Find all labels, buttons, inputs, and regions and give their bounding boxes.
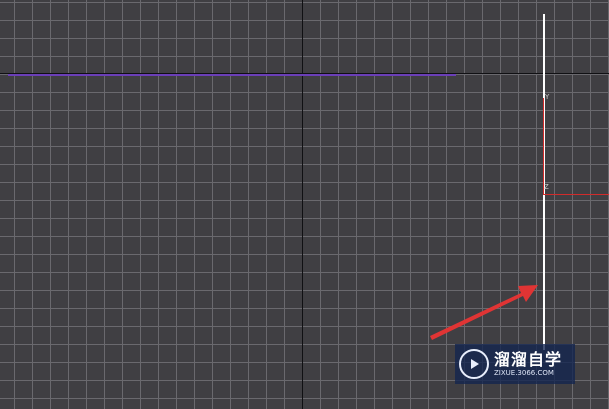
play-logo-icon bbox=[459, 349, 489, 379]
watermark-title: 溜溜自学 bbox=[494, 349, 563, 369]
watermark-url: ZIXUE.3066.COM bbox=[494, 368, 554, 377]
watermark-badge: 溜溜自学 ZIXUE.3066.COM bbox=[455, 344, 575, 384]
